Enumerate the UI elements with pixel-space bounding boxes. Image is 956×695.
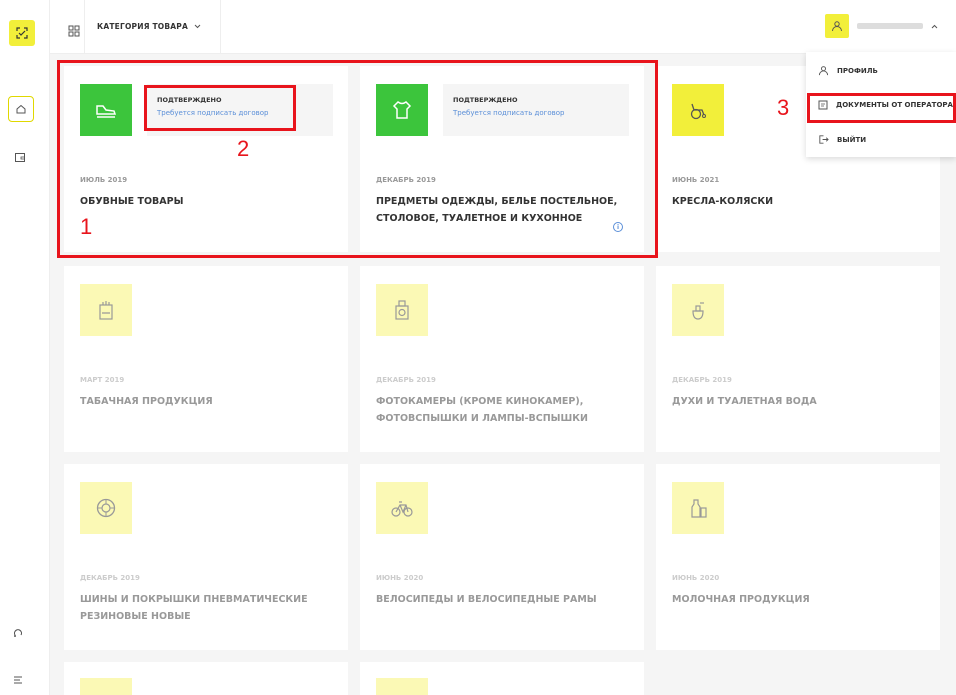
- menu-icon[interactable]: [12, 671, 28, 687]
- card-title: ТАБАЧНАЯ ПРОДУКЦИЯ: [80, 396, 213, 407]
- product-category-card[interactable]: ИЮНЬ 2020 ВЕЛОСИПЕДЫ И ВЕЛОСИПЕДНЫЕ РАМЫ: [360, 464, 644, 650]
- category-icon: [376, 678, 428, 695]
- annotation-box-2: [144, 85, 296, 131]
- card-title: КРЕСЛА-КОЛЯСКИ: [672, 196, 774, 207]
- cigarette-pack-icon: [80, 284, 132, 336]
- wheelchair-icon: [672, 84, 724, 136]
- user-icon: [818, 66, 829, 76]
- product-category-card[interactable]: ДЕКАБРЬ 2019 ФОТОКАМЕРЫ (КРОМЕ КИНОКАМЕР…: [360, 266, 644, 452]
- annotation-number-3: 3: [777, 95, 790, 120]
- product-category-card[interactable]: [360, 662, 644, 695]
- divider: [84, 0, 85, 54]
- menu-item-logout[interactable]: ВЫЙТИ: [818, 134, 866, 145]
- menu-item-profile-label: ПРОФИЛЬ: [837, 66, 878, 75]
- annotation-number-2: 2: [237, 136, 250, 161]
- card-date: ИЮНЬ 2020: [376, 574, 424, 582]
- user-menu-toggle[interactable]: [825, 14, 938, 38]
- top-bar: КАТЕГОРИЯ ТОВАРА: [50, 0, 956, 54]
- chevron-up-icon: [931, 22, 938, 31]
- category-select[interactable]: КАТЕГОРИЯ ТОВАРА: [97, 22, 201, 31]
- divider: [220, 0, 221, 54]
- card-date: ИЮНЬ 2020: [672, 574, 720, 582]
- logo-icon[interactable]: [9, 20, 35, 46]
- left-rail: [0, 0, 50, 695]
- grid-icon[interactable]: [68, 22, 82, 37]
- perfume-icon: [672, 284, 724, 336]
- menu-item-logout-label: ВЫЙТИ: [837, 135, 867, 144]
- card-title: ДУХИ И ТУАЛЕТНАЯ ВОДА: [672, 396, 817, 407]
- tire-icon: [80, 482, 132, 534]
- user-name-redacted: [857, 23, 923, 29]
- menu-item-profile[interactable]: ПРОФИЛЬ: [818, 65, 878, 76]
- card-date: ДЕКАБРЬ 2019: [672, 376, 732, 384]
- product-category-card[interactable]: [64, 662, 348, 695]
- card-date: ДЕКАБРЬ 2019: [376, 376, 436, 384]
- card-title: ФОТОКАМЕРЫ (КРОМЕ КИНОКАМЕР), ФОТОВСПЫШК…: [376, 396, 588, 424]
- card-date: МАРТ 2019: [80, 376, 125, 384]
- card-date: ДЕКАБРЬ 2019: [80, 574, 140, 582]
- card-title: МОЛОЧНАЯ ПРОДУКЦИЯ: [672, 594, 810, 605]
- support-icon[interactable]: [12, 624, 28, 640]
- product-category-card[interactable]: ДЕКАБРЬ 2019 ДУХИ И ТУАЛЕТНАЯ ВОДА: [656, 266, 940, 452]
- category-select-label: КАТЕГОРИЯ ТОВАРА: [97, 22, 189, 31]
- product-category-card[interactable]: ИЮНЬ 2020 МОЛОЧНАЯ ПРОДУКЦИЯ: [656, 464, 940, 650]
- user-icon: [825, 14, 849, 38]
- card-title: ШИНЫ И ПОКРЫШКИ ПНЕВМАТИЧЕСКИЕ РЕЗИНОВЫЕ…: [80, 594, 308, 622]
- category-icon: [80, 678, 132, 695]
- wallet-icon[interactable]: [12, 149, 28, 165]
- home-icon[interactable]: [8, 96, 34, 122]
- product-category-card[interactable]: ДЕКАБРЬ 2019 ШИНЫ И ПОКРЫШКИ ПНЕВМАТИЧЕС…: [64, 464, 348, 650]
- product-category-card[interactable]: МАРТ 2019 ТАБАЧНАЯ ПРОДУКЦИЯ: [64, 266, 348, 452]
- milk-icon: [672, 482, 724, 534]
- bicycle-icon: [376, 482, 428, 534]
- annotation-number-1: 1: [80, 214, 93, 239]
- card-date: ИЮНЬ 2021: [672, 176, 720, 184]
- chevron-down-icon: [194, 22, 201, 31]
- annotation-box-3: [807, 93, 956, 123]
- camera-icon: [376, 284, 428, 336]
- card-title: ВЕЛОСИПЕДЫ И ВЕЛОСИПЕДНЫЕ РАМЫ: [376, 594, 597, 605]
- logout-icon: [819, 135, 829, 144]
